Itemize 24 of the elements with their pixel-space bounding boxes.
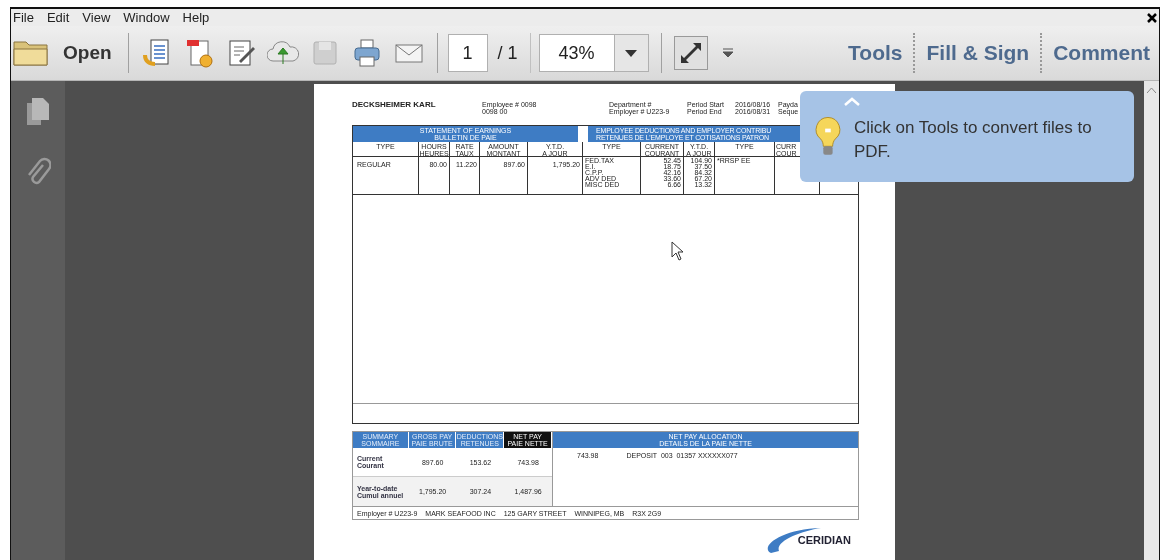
menu-item[interactable]: Edit xyxy=(46,7,70,28)
chevron-up-icon[interactable] xyxy=(844,97,860,106)
more-icon[interactable] xyxy=(721,48,734,58)
menu-item[interactable]: Help xyxy=(182,7,210,28)
zoom-field[interactable]: 43% xyxy=(538,34,615,72)
pages-icon[interactable] xyxy=(25,97,51,127)
zoom-dropdown-button[interactable] xyxy=(614,34,649,72)
pane-tab[interactable]: Comment xyxy=(1052,37,1151,69)
full-screen-button[interactable] xyxy=(673,36,708,70)
folder-icon xyxy=(13,38,49,68)
open-button[interactable]: Open xyxy=(11,31,120,75)
scroll-up-icon[interactable] xyxy=(1147,87,1156,93)
menu-item[interactable]: Window xyxy=(123,7,170,28)
scrollbar[interactable] xyxy=(1144,81,1159,560)
cursor-icon xyxy=(671,241,685,261)
pane-tab[interactable]: Fill & Sign xyxy=(925,37,1031,69)
page-number-field[interactable]: 1 xyxy=(447,34,488,72)
pane-tab[interactable]: Tools xyxy=(847,37,904,69)
menu-item[interactable]: File xyxy=(13,7,34,28)
caret-icon xyxy=(625,49,638,57)
menu-item[interactable]: View xyxy=(82,7,111,28)
page-total: / 1 xyxy=(497,41,518,65)
employee-name: DECKSHEIMER KARL xyxy=(352,101,437,111)
close-icon[interactable] xyxy=(1147,12,1157,23)
